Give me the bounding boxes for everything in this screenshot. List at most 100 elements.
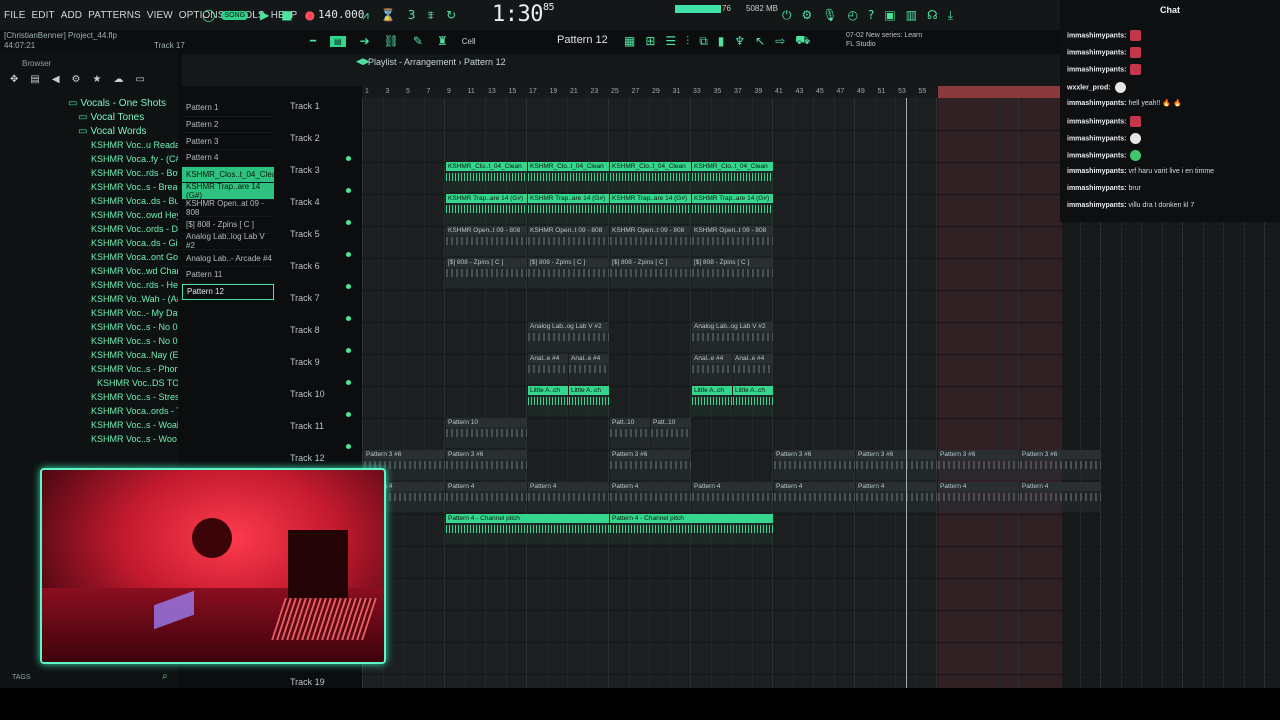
track-name[interactable]: Track 6 [290, 261, 320, 271]
chat-username[interactable]: immashimypants: [1067, 32, 1127, 39]
playlist-clip[interactable]: KSHMR Trap..are 14 (G#) [446, 194, 527, 224]
chat-username[interactable]: immashimypants: [1067, 153, 1127, 160]
chat-username[interactable]: immashimypants: [1067, 185, 1127, 192]
browser-file[interactable]: KSHMR Vo..Wah - (A#) [0, 292, 178, 306]
browser-file[interactable]: KSHMR Voc..s - Woo 2 [0, 432, 178, 446]
menu-view[interactable]: VIEW [147, 10, 173, 21]
browser-file[interactable]: KSHMR Voc..wd Chant [0, 264, 178, 278]
browser-tags[interactable]: TAGS [12, 674, 31, 681]
track-mute-led[interactable] [346, 220, 351, 225]
playlist-clip[interactable]: [$] 808 - Zpins [ C ] [610, 258, 691, 288]
plugin-icon[interactable]: ⧉ [699, 34, 708, 49]
pencil-icon[interactable]: ✎ [413, 34, 423, 48]
browser-file[interactable]: KSHMR Voc..u Readay [0, 138, 178, 152]
playlist-clip[interactable]: [$] 808 - Zpins [ C ] [692, 258, 773, 288]
browser-file[interactable]: KSHMR Voca..ds - Girl [0, 236, 178, 250]
playlist-clip[interactable]: Pattern 3 #6 [774, 450, 855, 480]
tuner-icon[interactable]: ♆ [734, 34, 745, 48]
chat-username[interactable]: immashimypants: [1067, 118, 1127, 125]
download-icon[interactable]: ⤓ [948, 8, 953, 23]
pattern-item[interactable]: Pattern 1 [182, 100, 274, 117]
playlist-clip[interactable]: Patt..10 [651, 418, 691, 448]
menu-edit[interactable]: EDIT [32, 10, 55, 21]
chat-username[interactable]: immashimypants: [1067, 50, 1127, 57]
browser-file-icon[interactable]: ▤ [30, 74, 39, 85]
browser-file[interactable]: KSHMR Voc..rds - Hey [0, 278, 178, 292]
track-mute-led[interactable] [346, 252, 351, 257]
mic-icon[interactable]: 🎙 [822, 8, 837, 22]
track-mute-led[interactable] [346, 316, 351, 321]
pattern-selector[interactable]: Pattern 12 [557, 34, 608, 46]
playlist-clip[interactable]: KSHMR_Clo..t_04_Clean [528, 162, 609, 192]
playlist-clip[interactable]: Little A..ch [692, 386, 732, 416]
track-name[interactable]: Track 2 [290, 133, 320, 143]
record-icon[interactable]: ● [305, 8, 315, 22]
track-name[interactable]: Track 1 [290, 101, 320, 111]
playlist-clip[interactable]: Pattern 4 - Channel pitch [446, 514, 609, 544]
playlist-clip[interactable]: Pattern 4 [938, 482, 1019, 512]
playlist-clip[interactable]: Little A..ch [733, 386, 773, 416]
playlist-clip[interactable]: Anal..e #4 [733, 354, 773, 384]
chat-icon[interactable]: ☊ [927, 8, 938, 22]
track-name[interactable]: Track 3 [290, 165, 320, 175]
cpu-icon[interactable]: ⏻ [782, 8, 792, 23]
track-name[interactable]: Track 8 [290, 325, 320, 335]
link-icon[interactable]: ⛓ [384, 34, 399, 48]
pattern-item[interactable]: Pattern 12 [182, 283, 274, 301]
playlist-clip[interactable]: KSHMR Open..t 09 - 808 [528, 226, 609, 256]
playlist-clip[interactable]: Pattern 3 #6 [856, 450, 937, 480]
snap-icon[interactable]: ━ [310, 36, 316, 47]
arrow-icon[interactable]: ➔ [360, 34, 370, 48]
track-mute-led[interactable] [346, 348, 351, 353]
browser-cloud-icon[interactable]: ☁ [113, 74, 123, 85]
browser-file[interactable]: KSHMR Voc..s - No 02 [0, 334, 178, 348]
track-mute-led[interactable] [346, 156, 351, 161]
playlist-clip[interactable]: Anal..e #4 [569, 354, 609, 384]
playlist-clip[interactable]: Little A..ch [569, 386, 609, 416]
chat-username[interactable]: wxxler_prod: [1067, 84, 1111, 91]
playlist-clip[interactable]: Pattern 4 [1020, 482, 1101, 512]
playlist-clip[interactable]: Analog Lab..og Lab V #2 [692, 322, 773, 352]
metronome-icon[interactable]: ⩘ [362, 8, 369, 23]
pattern-item[interactable]: Pattern 2 [182, 117, 274, 134]
browser-folder[interactable]: ▭ Vocal Words [0, 124, 178, 138]
playlist-clip[interactable]: KSHMR Open..t 09 - 808 [446, 226, 527, 256]
browser-file[interactable]: KSHMR Voc..ords - Dig [0, 222, 178, 236]
playlist-clip[interactable]: Anal..e #4 [528, 354, 568, 384]
stamp-icon[interactable]: ♜ [437, 34, 448, 48]
channel-rack-icon[interactable]: ☰ [665, 34, 676, 48]
browser-globe-icon[interactable]: ⚙ [72, 74, 81, 85]
track-name[interactable]: Track 5 [290, 229, 320, 239]
record-settings-icon[interactable]: ◯ [202, 8, 215, 22]
browser-file[interactable]: KSHMR Voc..s - Breath [0, 180, 178, 194]
playlist-clip[interactable]: Anal..e #4 [692, 354, 732, 384]
help-icon[interactable]: ? [868, 8, 874, 22]
playlist-clip[interactable]: Pattern 3 #6 [938, 450, 1019, 480]
track-mute-led[interactable] [346, 444, 351, 449]
playlist-clip[interactable]: Pattern 4 [446, 482, 527, 512]
pattern-item[interactable]: Pattern 3 [182, 133, 274, 151]
mixer-icon[interactable]: ⚙ [802, 8, 813, 22]
song-mode-toggle[interactable]: SONG [221, 10, 249, 20]
track-mute-led[interactable] [346, 188, 351, 193]
playlist-clip[interactable]: Pattern 3 #6 [1020, 450, 1101, 480]
piano-icon[interactable]: ▥ [906, 8, 917, 22]
browser-file[interactable]: KSHMR Voc..s - Phone [0, 362, 178, 376]
playlist-clip[interactable]: KSHMR Trap..are 14 (G#) [610, 194, 691, 224]
news-panel[interactable]: 07-02 New series: Learn FL Studio [846, 31, 922, 49]
track-name[interactable]: Track 12 [290, 453, 325, 463]
countdown-icon[interactable]: 3 [408, 8, 416, 22]
playlist-clip[interactable]: KSHMR Trap..are 14 (G#) [528, 194, 609, 224]
track-mute-led[interactable] [346, 380, 351, 385]
browser-search-icon[interactable]: ⌕ [162, 671, 168, 682]
playlist-clip[interactable]: Analog Lab..og Lab V #2 [528, 322, 609, 352]
playlist-clip[interactable]: [$] 808 - Zpins [ C ] [446, 258, 527, 288]
chat-username[interactable]: immashimypants: [1067, 202, 1127, 209]
browser-file[interactable]: KSHMR Voc..- My Day [0, 306, 178, 320]
menu-patterns[interactable]: PATTERNS [88, 10, 141, 21]
playlist-clip[interactable]: Pattern 3 #6 [610, 450, 691, 480]
export-icon[interactable]: ⇨ [775, 34, 785, 48]
playlist-clip[interactable]: Pattern 4 [528, 482, 609, 512]
browser-file[interactable]: KSHMR Voc..s - No 01 [0, 320, 178, 334]
playlist-clip[interactable]: Pattern 4 - Channel pitch [610, 514, 773, 544]
